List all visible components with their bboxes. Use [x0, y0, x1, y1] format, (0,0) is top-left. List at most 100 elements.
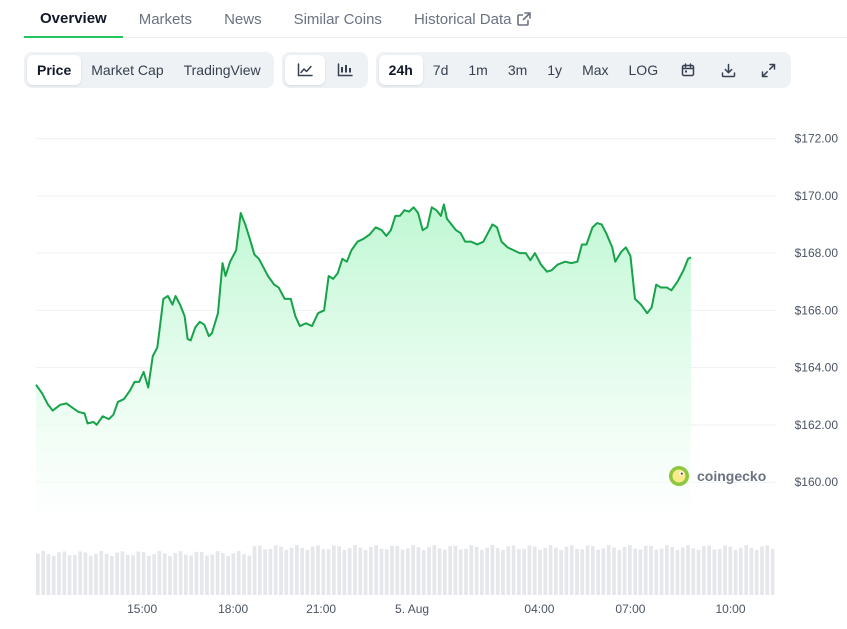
volume-bar: [279, 546, 283, 595]
volume-bar: [760, 546, 764, 595]
volume-bar: [236, 551, 241, 595]
volume-bar: [379, 548, 384, 595]
volume-bar: [569, 545, 574, 595]
volume-bar: [88, 555, 93, 595]
volume-bar: [189, 555, 193, 595]
volume-bar: [115, 552, 119, 595]
volume-bar: [443, 549, 447, 595]
volume-bar: [728, 546, 733, 595]
volume-bar: [749, 547, 754, 595]
volume-bar: [157, 551, 162, 595]
volume-bar: [184, 554, 188, 595]
volume-bar: [680, 547, 685, 595]
volume-bar: [469, 545, 474, 595]
volume-bar: [448, 545, 452, 595]
volume-bar: [464, 548, 468, 595]
volume-bar: [268, 548, 273, 595]
volume-bar: [395, 546, 400, 595]
volume-bar: [717, 548, 722, 595]
coingecko-watermark: coingecko: [669, 466, 766, 486]
volume-bar: [152, 554, 156, 595]
x-tick-label: 04:00: [524, 602, 554, 616]
volume-bar: [490, 545, 495, 595]
volume-bar: [601, 548, 606, 595]
x-tick-label: 07:00: [615, 602, 645, 616]
x-tick-label: 10:00: [715, 602, 745, 616]
volume-bar: [416, 547, 421, 595]
volume-bar: [596, 549, 600, 595]
volume-bar: [670, 546, 674, 595]
volume-bar: [110, 555, 114, 595]
volume-bar: [659, 548, 664, 595]
volume-bar: [289, 547, 294, 595]
volume-bar: [548, 545, 553, 595]
volume-bar: [458, 549, 463, 595]
volume-bar: [221, 553, 225, 595]
volume-bar: [353, 545, 357, 595]
volume-bar: [99, 551, 104, 595]
volume-bar: [707, 545, 711, 595]
x-tick-label: 21:00: [306, 602, 336, 616]
volume-bar: [538, 549, 542, 595]
volume-bars: [36, 545, 775, 595]
volume-bar: [649, 545, 653, 595]
x-axis: 15:00 18:00 21:00 5. Aug 04:00 07:00 10:00: [127, 602, 746, 616]
volume-bar: [295, 545, 299, 595]
volume-bar: [147, 555, 151, 595]
volume-bar: [606, 545, 611, 595]
y-tick-label: $172.00: [795, 132, 839, 146]
x-tick-label: 5. Aug: [395, 602, 429, 616]
volume-bar: [739, 547, 743, 595]
volume-bar: [622, 546, 627, 595]
volume-bar: [665, 545, 669, 595]
volume-bar: [654, 549, 659, 595]
volume-bar: [369, 546, 373, 595]
y-tick-label: $162.00: [795, 418, 839, 432]
volume-bar: [522, 549, 526, 595]
volume-bar: [427, 547, 431, 595]
volume-bar: [358, 547, 363, 595]
volume-bar: [194, 551, 199, 595]
volume-bar: [564, 546, 569, 595]
y-tick-label: $164.00: [795, 361, 839, 375]
y-axis: $172.00 $170.00 $168.00 $166.00 $164.00 $162.…: [795, 132, 839, 489]
volume-bar: [580, 549, 585, 595]
volume-bar: [712, 549, 717, 595]
volume-bar: [770, 549, 775, 595]
volume-bar: [226, 556, 230, 595]
volume-bar: [400, 549, 405, 595]
volume-bar: [643, 545, 648, 595]
volume-bar: [242, 554, 246, 595]
volume-bar: [252, 546, 257, 595]
volume-bar: [723, 545, 727, 595]
volume-bar: [374, 545, 378, 595]
volume-bar: [178, 551, 183, 595]
volume-bar: [120, 551, 125, 595]
volume-bar: [543, 547, 548, 595]
volume-bar: [390, 545, 394, 595]
volume-bar: [421, 550, 426, 595]
volume-bar: [532, 546, 537, 595]
volume-bar: [733, 549, 738, 595]
volume-bar: [506, 546, 511, 595]
volume-bar: [686, 545, 690, 595]
x-tick-label: 15:00: [127, 602, 157, 616]
volume-bar: [141, 552, 146, 595]
volume-bar: [585, 545, 590, 595]
volume-bar: [511, 545, 516, 595]
volume-bar: [263, 549, 267, 595]
price-chart[interactable]: $172.00 $170.00 $168.00 $166.00 $164.00 $162.…: [0, 0, 847, 629]
volume-bar: [321, 549, 326, 595]
volume-bar: [273, 545, 278, 595]
y-tick-label: $166.00: [795, 303, 839, 317]
volume-bar: [326, 549, 331, 595]
y-tick-label: $168.00: [795, 246, 839, 260]
volume-bar: [57, 552, 61, 595]
volume-bar: [342, 549, 347, 595]
volume-bar: [575, 548, 579, 595]
volume-bar: [347, 548, 352, 595]
coingecko-logo-icon: [669, 466, 689, 486]
volume-bar: [215, 551, 220, 595]
volume-bar: [437, 548, 442, 595]
volume-bar: [744, 545, 748, 595]
